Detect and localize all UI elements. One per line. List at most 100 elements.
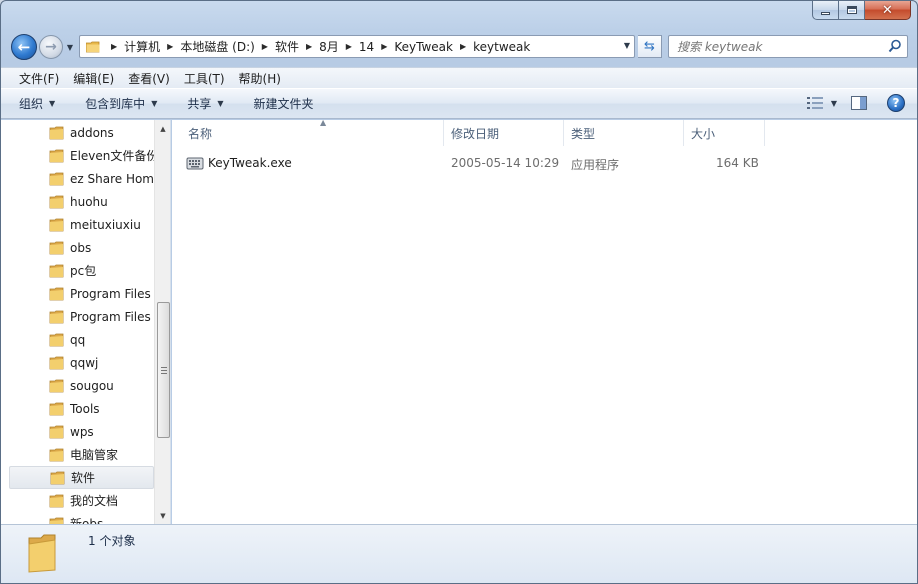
tree-item-label: Program Files — [70, 309, 151, 324]
folder-icon — [49, 287, 64, 300]
item-count: 1 个对象 — [88, 534, 136, 548]
folder-icon — [49, 448, 64, 461]
chevron-right-icon[interactable]: ▶ — [167, 42, 173, 51]
tree-item[interactable]: qqwj — [1, 351, 154, 374]
chevron-right-icon[interactable]: ▶ — [460, 42, 466, 51]
include-library-label: 包含到库中 — [85, 97, 146, 111]
menu-help[interactable]: 帮助(H) — [232, 70, 288, 87]
tree-item-label: Program Files — [70, 286, 151, 301]
chevron-right-icon[interactable]: ▶ — [111, 42, 117, 51]
tree-item-label: wps — [70, 424, 94, 439]
include-in-library-button[interactable]: 包含到库中 ▼ — [85, 95, 157, 112]
tree-item[interactable]: meituxiuxiu — [1, 213, 154, 236]
recent-pages-dropdown[interactable]: ▼ — [65, 42, 75, 52]
breadcrumb-computer[interactable]: 计算机 — [124, 38, 160, 55]
folder-icon — [49, 425, 64, 438]
breadcrumb-keytweak-subfolder[interactable]: keytweak — [473, 40, 530, 54]
share-button[interactable]: 共享 ▼ — [187, 95, 223, 112]
help-icon[interactable]: ? — [887, 94, 905, 112]
folder-icon — [49, 218, 64, 231]
exe-keyboard-icon — [186, 157, 204, 170]
view-options-icon[interactable] — [805, 93, 825, 113]
file-size: 164 KB — [716, 156, 759, 170]
organize-button[interactable]: 组织 ▼ — [19, 95, 55, 112]
command-bar: 组织 ▼ 包含到库中 ▼ 共享 ▼ 新建文件夹 ▼ ? — [1, 88, 917, 119]
folder-icon — [49, 172, 64, 185]
share-label: 共享 — [187, 97, 212, 111]
forward-button[interactable]: → — [39, 35, 63, 59]
chevron-right-icon[interactable]: ▶ — [381, 42, 387, 51]
tree-item[interactable]: qq — [1, 328, 154, 351]
tree-item[interactable]: sougou — [1, 374, 154, 397]
folder-icon — [49, 241, 64, 254]
preview-pane-icon[interactable] — [851, 96, 867, 110]
navigation-tree: addons Eleven文件备份 ez Share Home huohu meitux… — [1, 120, 171, 524]
tree-scrollbar[interactable]: ▲ ▼ — [154, 120, 170, 524]
column-header-type[interactable]: 类型 — [565, 120, 684, 146]
scroll-thumb[interactable] — [157, 302, 170, 438]
tree-item[interactable]: 新obs — [1, 512, 154, 524]
breadcrumb-drive-d[interactable]: 本地磁盘 (D:) — [180, 38, 254, 55]
breadcrumb-august[interactable]: 8月 — [319, 38, 339, 55]
tree-item-label: 软件 — [71, 471, 96, 485]
sort-ascending-icon: ▲ — [320, 118, 327, 127]
view-options-dropdown[interactable]: ▼ — [831, 99, 837, 108]
folder-icon — [28, 534, 56, 573]
explorer-window: ✕ ← → ▼ ▶ 计算机 ▶ 本地磁盘 (D:) ▶ 软件 ▶ 8月 ▶ 14… — [0, 0, 918, 584]
tree-item-label: meituxiuxiu — [70, 217, 141, 232]
column-headers: 名称 ▲ 修改日期 类型 大小 — [172, 118, 917, 146]
menu-view[interactable]: 查看(V) — [121, 70, 177, 87]
chevron-right-icon[interactable]: ▶ — [262, 42, 268, 51]
search-input[interactable] — [669, 36, 879, 57]
column-header-name[interactable]: 名称 ▲ — [182, 118, 444, 146]
tree-item[interactable]: Program Files — [1, 282, 154, 305]
back-button[interactable]: ← — [11, 34, 37, 60]
minimize-button[interactable] — [812, 1, 839, 20]
menu-tools[interactable]: 工具(T) — [177, 70, 232, 87]
folder-icon — [49, 333, 64, 346]
tree-item-label: Eleven文件备份 — [70, 149, 154, 163]
tree-item[interactable]: 软件 — [9, 466, 154, 489]
tree-item[interactable]: addons — [1, 121, 154, 144]
search-box[interactable] — [668, 35, 908, 58]
breadcrumb-14[interactable]: 14 — [359, 40, 374, 54]
breadcrumb-software[interactable]: 软件 — [275, 38, 299, 55]
caption-buttons: ✕ — [812, 1, 911, 20]
refresh-icon: ⇆ — [644, 39, 655, 54]
breadcrumb-keytweak-folder[interactable]: KeyTweak — [394, 40, 453, 54]
tree-item[interactable]: obs — [1, 236, 154, 259]
maximize-button[interactable] — [839, 1, 865, 20]
address-bar[interactable]: ▶ 计算机 ▶ 本地磁盘 (D:) ▶ 软件 ▶ 8月 ▶ 14 ▶ KeyTw… — [79, 35, 635, 58]
address-history-dropdown[interactable]: ▼ — [624, 41, 630, 50]
search-icon[interactable] — [888, 39, 902, 53]
tree-item[interactable]: Tools — [1, 397, 154, 420]
tree-item-label: huohu — [70, 194, 108, 209]
column-header-modified[interactable]: 修改日期 — [445, 120, 564, 146]
tree-item[interactable]: ez Share Home — [1, 167, 154, 190]
menu-bar: 文件(F) 编辑(E) 查看(V) 工具(T) 帮助(H) — [1, 67, 917, 88]
chevron-right-icon[interactable]: ▶ — [346, 42, 352, 51]
chevron-right-icon[interactable]: ▶ — [306, 42, 312, 51]
tree-item[interactable]: wps — [1, 420, 154, 443]
tree-item[interactable]: Program Files — [1, 305, 154, 328]
tree-item[interactable]: 电脑管家 — [1, 443, 154, 466]
tree-item[interactable]: Eleven文件备份 — [1, 144, 154, 167]
folder-icon — [49, 149, 64, 162]
tree-item[interactable]: 我的文档 — [1, 489, 154, 512]
tree-item[interactable]: pc包 — [1, 259, 154, 282]
new-folder-button[interactable]: 新建文件夹 — [254, 95, 314, 112]
scroll-up-button[interactable]: ▲ — [155, 120, 170, 137]
folder-icon — [49, 379, 64, 392]
refresh-button[interactable]: ⇆ — [638, 35, 662, 58]
tree-item[interactable]: huohu — [1, 190, 154, 213]
column-modified-label: 修改日期 — [451, 126, 500, 141]
close-button[interactable]: ✕ — [865, 1, 911, 20]
tree-item-label: sougou — [70, 378, 114, 393]
chevron-down-icon: ▼ — [217, 99, 224, 108]
table-row[interactable]: KeyTweak.exe 2005-05-14 10:29 应用程序 164 K… — [186, 152, 776, 174]
menu-edit[interactable]: 编辑(E) — [66, 70, 121, 87]
menu-file[interactable]: 文件(F) — [12, 70, 66, 87]
scroll-down-button[interactable]: ▼ — [155, 507, 170, 524]
file-list-pane: 名称 ▲ 修改日期 类型 大小 KeyTweak.exe 2005-05-14 1… — [172, 118, 917, 524]
column-header-size[interactable]: 大小 — [685, 120, 765, 146]
